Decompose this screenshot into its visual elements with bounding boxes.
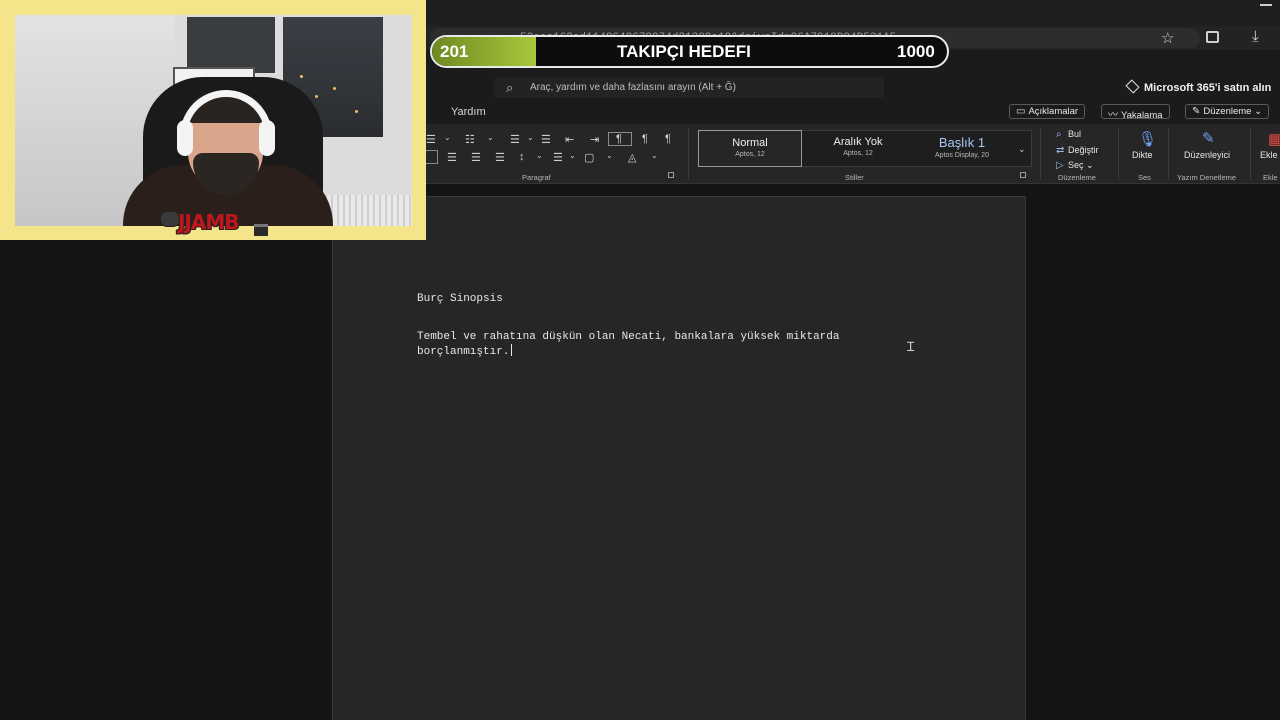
- group-label-styles: Stiller: [845, 173, 864, 182]
- editor-button[interactable]: Düzenleyici: [1184, 150, 1230, 160]
- chevron-down-icon[interactable]: ⌄: [487, 133, 494, 142]
- align-center-icon[interactable]: ☰: [447, 151, 457, 164]
- chevron-down-icon[interactable]: ⌄: [527, 133, 534, 142]
- clapperboard-icon: [254, 224, 268, 236]
- group-label-addins: Ekle: [1263, 173, 1278, 182]
- extensions-icon[interactable]: [1206, 31, 1219, 43]
- shading-icon[interactable]: ◬: [628, 151, 636, 164]
- comments-button[interactable]: ▭ Açıklamalar: [1009, 104, 1086, 119]
- gamepad-icon: [160, 211, 180, 227]
- multilevel-list-icon[interactable]: ☰: [510, 133, 520, 146]
- editing-mode-button[interactable]: ✎ Düzenleme ⌄: [1185, 104, 1270, 119]
- chevron-down-icon: ⌄: [1254, 106, 1263, 117]
- chevron-down-icon[interactable]: ⌄: [569, 151, 576, 160]
- divider: [1250, 128, 1251, 180]
- chevron-down-icon[interactable]: ⌄: [444, 133, 451, 142]
- addins-icon[interactable]: ▦: [1268, 130, 1280, 148]
- find-button[interactable]: ⌕ Bul: [1056, 129, 1081, 140]
- group-label-proofing: Yazım Denetleme: [1177, 173, 1237, 182]
- webcam-feed: [15, 15, 412, 226]
- numbering-icon[interactable]: ☷: [465, 133, 475, 146]
- borders-icon[interactable]: ▢: [584, 151, 594, 164]
- show-marks-icon[interactable]: ¶: [665, 133, 671, 145]
- list-icon[interactable]: ☰: [541, 133, 551, 146]
- goal-title: TAKIPÇI HEDEFI: [617, 42, 751, 61]
- style-no-spacing[interactable]: Aralık Yok Aptos, 12: [806, 130, 910, 167]
- screen: 52eae162ed1148648679974d21309a19&driveId…: [0, 0, 1280, 720]
- divider: [688, 128, 689, 180]
- minimize-icon[interactable]: [1260, 4, 1272, 6]
- divider: [1040, 128, 1041, 180]
- editor-pen-icon[interactable]: ✎: [1202, 129, 1215, 147]
- goal-current-count: 201: [440, 42, 469, 61]
- document-title-line[interactable]: Burç Sinopsis: [417, 293, 503, 305]
- goal-target-count: 1000: [897, 42, 935, 61]
- catchup-icon: 〰: [1108, 110, 1118, 121]
- download-icon[interactable]: ⤓: [1252, 28, 1259, 45]
- star-icon[interactable]: ☆: [1161, 29, 1174, 47]
- group-label-paragraph: Paragraf: [522, 173, 551, 182]
- ltr-icon[interactable]: ¶: [642, 133, 648, 145]
- align-left-toggle[interactable]: [424, 150, 438, 164]
- search-placeholder[interactable]: Araç, yardım ve daha fazlasını arayın (A…: [530, 82, 736, 93]
- select-button[interactable]: ▷ Seç ⌄: [1056, 160, 1094, 171]
- group-label-voice: Ses: [1138, 173, 1151, 182]
- buy-m365-link[interactable]: Microsoft 365'i satın alın: [1144, 82, 1271, 94]
- bullets-icon[interactable]: ☰: [426, 133, 436, 146]
- addins-button[interactable]: Ekle: [1260, 150, 1278, 160]
- chevron-down-icon: ⌄: [1086, 160, 1094, 170]
- divider: [1168, 128, 1169, 180]
- chevron-down-icon[interactable]: ⌄: [536, 151, 543, 160]
- chevron-down-icon[interactable]: ⌄: [651, 151, 658, 160]
- dictate-button[interactable]: Dikte: [1132, 150, 1153, 160]
- document-page[interactable]: [332, 196, 1026, 720]
- replace-icon: ⇄: [1056, 145, 1065, 156]
- justify-icon[interactable]: ☰: [495, 151, 505, 164]
- text-caret: [511, 344, 513, 356]
- streamer-logo: JJAMB: [178, 210, 240, 234]
- styles-dialog-launcher-icon[interactable]: [1020, 172, 1026, 178]
- divider: [1118, 128, 1119, 180]
- search-icon: ⌕: [506, 80, 514, 95]
- increase-indent-icon[interactable]: ⇥: [590, 133, 599, 146]
- paragraph-dialog-launcher-icon[interactable]: [668, 172, 674, 178]
- catchup-button[interactable]: 〰 Yakalama: [1101, 104, 1170, 121]
- comment-icon: ▭: [1016, 106, 1026, 117]
- decrease-indent-icon[interactable]: ⇤: [565, 133, 574, 146]
- paragraph-spacing-icon[interactable]: ☰: [553, 151, 563, 164]
- style-normal[interactable]: Normal Aptos, 12: [698, 130, 802, 167]
- pencil-icon: ✎: [1192, 106, 1201, 117]
- line-spacing-icon[interactable]: ↕: [519, 151, 525, 163]
- tab-help[interactable]: Yardım: [451, 106, 486, 118]
- style-heading-1[interactable]: Başlık 1 Aptos Display, 20: [910, 130, 1014, 167]
- group-label-editing: Düzenleme: [1058, 173, 1096, 182]
- chevron-down-icon[interactable]: ⌄: [606, 151, 613, 160]
- document-paragraph[interactable]: Tembel ve rahatına düşkün olan Necati, b…: [417, 331, 897, 359]
- align-right-icon[interactable]: ☰: [471, 151, 481, 164]
- ibeam-cursor-icon: Ɪ: [907, 340, 915, 355]
- replace-button[interactable]: ⇄ Değiştir: [1056, 145, 1099, 156]
- microphone-icon[interactable]: 🎙: [1138, 130, 1157, 148]
- chevron-down-icon[interactable]: ⌄: [1018, 144, 1026, 155]
- select-icon: ▷: [1056, 160, 1064, 171]
- rtl-icon: ¶: [616, 133, 622, 145]
- search-icon: ⌕: [1056, 129, 1062, 140]
